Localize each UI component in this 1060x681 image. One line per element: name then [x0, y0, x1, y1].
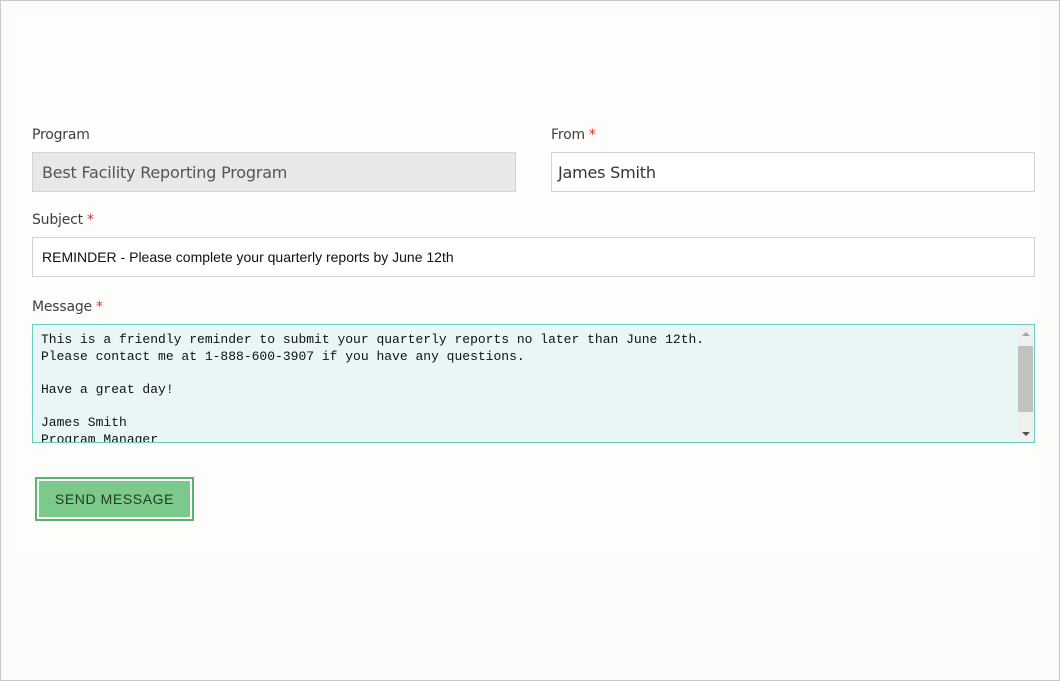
from-value: James Smith	[558, 162, 656, 182]
form-panel	[16, 16, 1046, 556]
scrollbar-thumb[interactable]	[1018, 346, 1033, 412]
from-label: From *	[551, 127, 596, 143]
subject-required-marker: *	[86, 212, 94, 228]
scroll-up-arrow-icon[interactable]	[1017, 325, 1034, 342]
subject-label-text: Subject	[32, 212, 83, 228]
program-field: Best Facility Reporting Program	[32, 152, 516, 192]
message-label: Message *	[32, 299, 103, 315]
program-label-text: Program	[32, 127, 90, 143]
scroll-down-arrow-icon[interactable]	[1017, 425, 1034, 442]
subject-value: REMINDER - Please complete your quarterl…	[42, 249, 454, 265]
message-required-marker: *	[95, 299, 103, 315]
message-scrollbar[interactable]	[1017, 325, 1034, 442]
message-textarea[interactable]: This is a friendly reminder to submit yo…	[32, 324, 1035, 443]
from-label-text: From	[551, 127, 585, 143]
from-required-marker: *	[588, 127, 596, 143]
from-input[interactable]: James Smith	[551, 152, 1035, 192]
subject-input[interactable]: REMINDER - Please complete your quarterl…	[32, 237, 1035, 277]
message-label-text: Message	[32, 299, 92, 315]
program-value: Best Facility Reporting Program	[42, 162, 288, 182]
message-text: This is a friendly reminder to submit yo…	[41, 332, 705, 443]
send-message-button[interactable]: SEND MESSAGE	[35, 477, 194, 521]
program-label: Program	[32, 127, 90, 143]
subject-label: Subject *	[32, 212, 94, 228]
